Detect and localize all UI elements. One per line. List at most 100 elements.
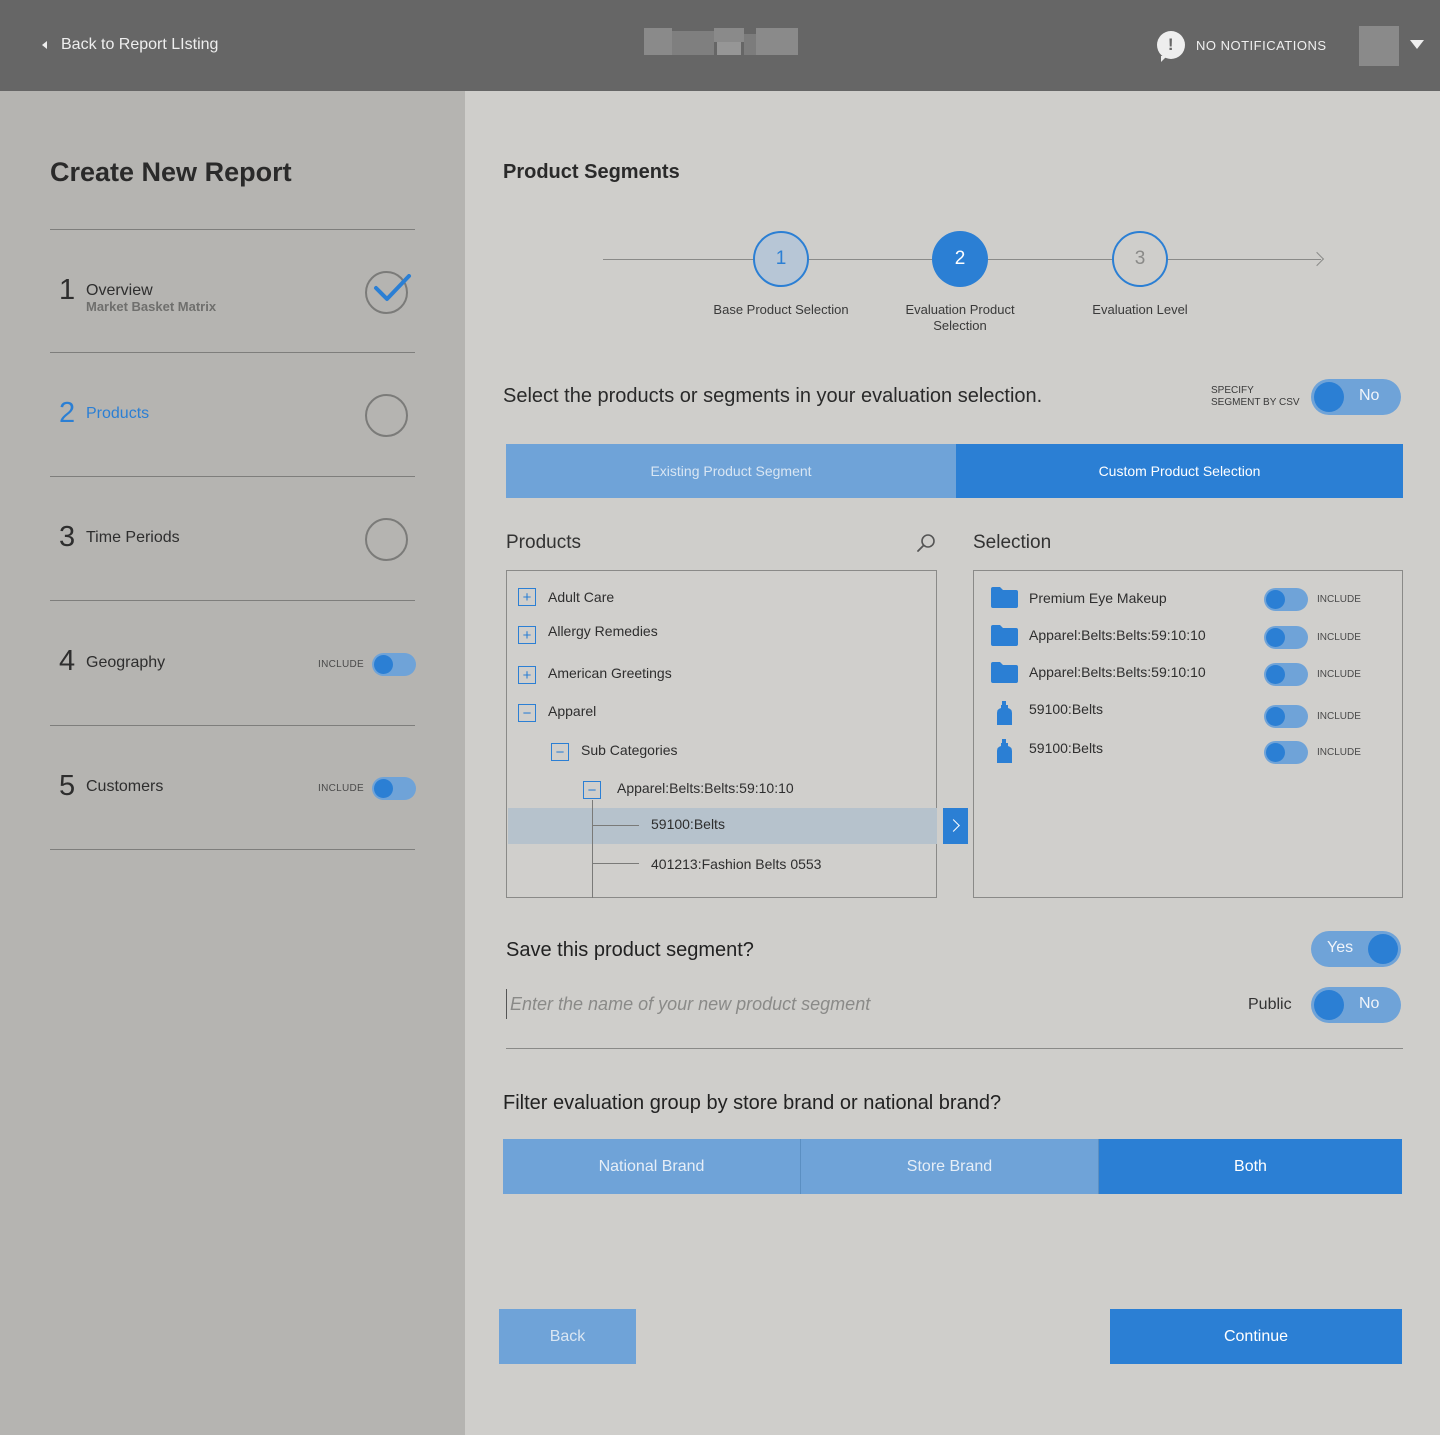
brand-filter-question: Filter evaluation group by store brand o… — [503, 1092, 1002, 1114]
page-title: Product Segments — [503, 161, 680, 183]
tree-item-label: 401213:Fashion Belts 0553 — [651, 856, 822, 872]
notifications-label: NO NOTIFICATIONS — [1196, 37, 1327, 53]
segment-tabs: Existing Product Segment Custom Product … — [506, 444, 1403, 498]
tree-item[interactable]: − Sub Categories — [551, 736, 678, 764]
selection-include-toggle[interactable] — [1264, 705, 1308, 728]
include-label: INCLUDE — [318, 659, 364, 670]
step-status-circle — [365, 518, 408, 561]
toggle-knob — [1368, 934, 1398, 964]
continue-button[interactable]: Continue — [1110, 1309, 1402, 1364]
tree-item[interactable]: − Apparel:Belts:Belts:59:10:10 — [583, 774, 794, 802]
selection-item: Apparel:Belts:Belts:59:10:10 INCLUDE — [991, 624, 1391, 650]
sidebar-title: Create New Report — [50, 157, 292, 187]
public-toggle[interactable]: No — [1311, 987, 1401, 1023]
sidebar-step-products[interactable]: 2 Products — [50, 353, 415, 476]
step-label: Geography — [86, 654, 166, 671]
selection-include-toggle[interactable] — [1264, 588, 1308, 611]
tab-custom-product-selection[interactable]: Custom Product Selection — [956, 444, 1403, 498]
tree-item[interactable]: − Apparel — [518, 697, 596, 725]
folder-icon — [991, 625, 1018, 646]
folder-icon — [991, 587, 1018, 608]
selection-include-toggle[interactable] — [1264, 741, 1308, 764]
selection-item-name: Apparel:Belts:Belts:59:10:10 — [1029, 627, 1206, 643]
main-content: Product Segments 1 Base Product Selectio… — [465, 91, 1440, 1435]
top-bar: Back to Report LIsting ! NO NOTIFICATION… — [0, 0, 1440, 91]
include-label: INCLUDE — [1317, 594, 1361, 605]
step-label: Time Periods — [86, 529, 180, 546]
step-number: 1 — [59, 274, 76, 306]
toggle-value: No — [1359, 387, 1380, 404]
include-label: INCLUDE — [1317, 632, 1361, 643]
selection-prompt: Select the products or segments in your … — [503, 385, 1043, 407]
tree-item-label: 59100:Belts — [651, 816, 725, 832]
tree-item[interactable]: 401213:Fashion Belts 0553 — [651, 850, 821, 878]
toggle-knob — [1266, 743, 1285, 762]
tree-item-selected[interactable]: 59100:Belts — [651, 810, 725, 838]
selection-item: 59100:Belts INCLUDE — [991, 739, 1391, 765]
customers-include-toggle[interactable] — [372, 777, 416, 800]
back-to-report-listing-link[interactable]: Back to Report LIsting — [42, 34, 218, 56]
checkmark-icon — [374, 274, 411, 301]
toggle-knob — [1314, 990, 1344, 1020]
selection-item-name: 59100:Belts — [1029, 701, 1103, 717]
step-number: 3 — [59, 521, 76, 553]
notifications[interactable]: ! NO NOTIFICATIONS — [1157, 31, 1327, 62]
tree-item-label: Apparel:Belts:Belts:59:10:10 — [617, 780, 794, 796]
tree-item[interactable]: + Allergy Remedies — [518, 617, 658, 645]
geography-include-toggle[interactable] — [372, 653, 416, 676]
save-segment-toggle[interactable]: Yes — [1311, 931, 1401, 967]
csv-label: SPECIFY SEGMENT BY CSV — [1211, 385, 1300, 409]
sidebar-step-overview[interactable]: 1 Overview Market Basket Matrix — [50, 230, 415, 353]
toggle-knob — [1266, 665, 1285, 684]
csv-toggle[interactable]: No — [1311, 379, 1401, 415]
chevron-down-icon[interactable] — [1410, 40, 1424, 49]
toggle-value: No — [1359, 995, 1380, 1012]
segment-name-input[interactable] — [506, 989, 1106, 1019]
stepper-step-3[interactable]: 3 — [1112, 231, 1168, 287]
selection-include-toggle[interactable] — [1264, 663, 1308, 686]
csv-label-line1: SPECIFY — [1211, 385, 1254, 396]
tree-item-label: American Greetings — [548, 665, 672, 681]
tree-item[interactable]: + American Greetings — [518, 659, 672, 687]
include-label: INCLUDE — [1317, 747, 1361, 758]
tree-line — [592, 800, 593, 898]
sidebar-step-customers[interactable]: 5 Customers INCLUDE — [50, 726, 416, 849]
stepper-label-3: Evaluation Level — [1092, 302, 1188, 317]
collapse-icon[interactable]: − — [518, 704, 536, 722]
toggle-knob — [1266, 590, 1285, 609]
step-label: Customers — [86, 778, 164, 795]
expand-icon[interactable]: + — [518, 666, 536, 684]
tab-national-brand[interactable]: National Brand — [503, 1139, 800, 1194]
back-button[interactable]: Back — [499, 1309, 636, 1364]
caret-left-icon — [42, 41, 47, 49]
tree-item[interactable]: + Adult Care — [518, 583, 614, 611]
stepper-step-2[interactable]: 2 — [932, 231, 988, 287]
tree-line — [593, 825, 639, 826]
toggle-knob — [1266, 628, 1285, 647]
products-panel-title: Products — [506, 532, 581, 553]
step-label: Products — [86, 405, 150, 422]
avatar[interactable] — [1359, 26, 1399, 66]
selection-include-toggle[interactable] — [1264, 626, 1308, 649]
sidebar-step-time-periods[interactable]: 3 Time Periods — [50, 477, 415, 600]
step-label: Overview — [86, 282, 153, 299]
expand-icon[interactable]: + — [518, 588, 536, 606]
tab-store-brand[interactable]: Store Brand — [801, 1139, 1098, 1194]
tab-existing-product-segment[interactable]: Existing Product Segment — [506, 444, 956, 498]
csv-label-line2: SEGMENT BY CSV — [1211, 397, 1300, 408]
add-to-selection-button[interactable] — [943, 808, 968, 844]
notification-icon: ! — [1157, 31, 1185, 62]
products-tree: + Adult Care + Allergy Remedies + Americ… — [506, 570, 937, 898]
stepper-label-1: Base Product Selection — [713, 302, 849, 317]
step-number: 4 — [59, 645, 76, 677]
selection-item: Premium Eye Makeup INCLUDE — [991, 586, 1391, 612]
collapse-icon[interactable]: − — [583, 781, 601, 799]
tab-both[interactable]: Both — [1099, 1139, 1402, 1194]
public-label: Public — [1248, 996, 1292, 1013]
stepper-step-1[interactable]: 1 — [753, 231, 809, 287]
expand-icon[interactable]: + — [518, 626, 536, 644]
sidebar-step-geography[interactable]: 4 Geography INCLUDE — [50, 601, 416, 724]
collapse-icon[interactable]: − — [551, 743, 569, 761]
search-icon[interactable] — [915, 532, 937, 554]
toggle-knob — [1314, 382, 1344, 412]
